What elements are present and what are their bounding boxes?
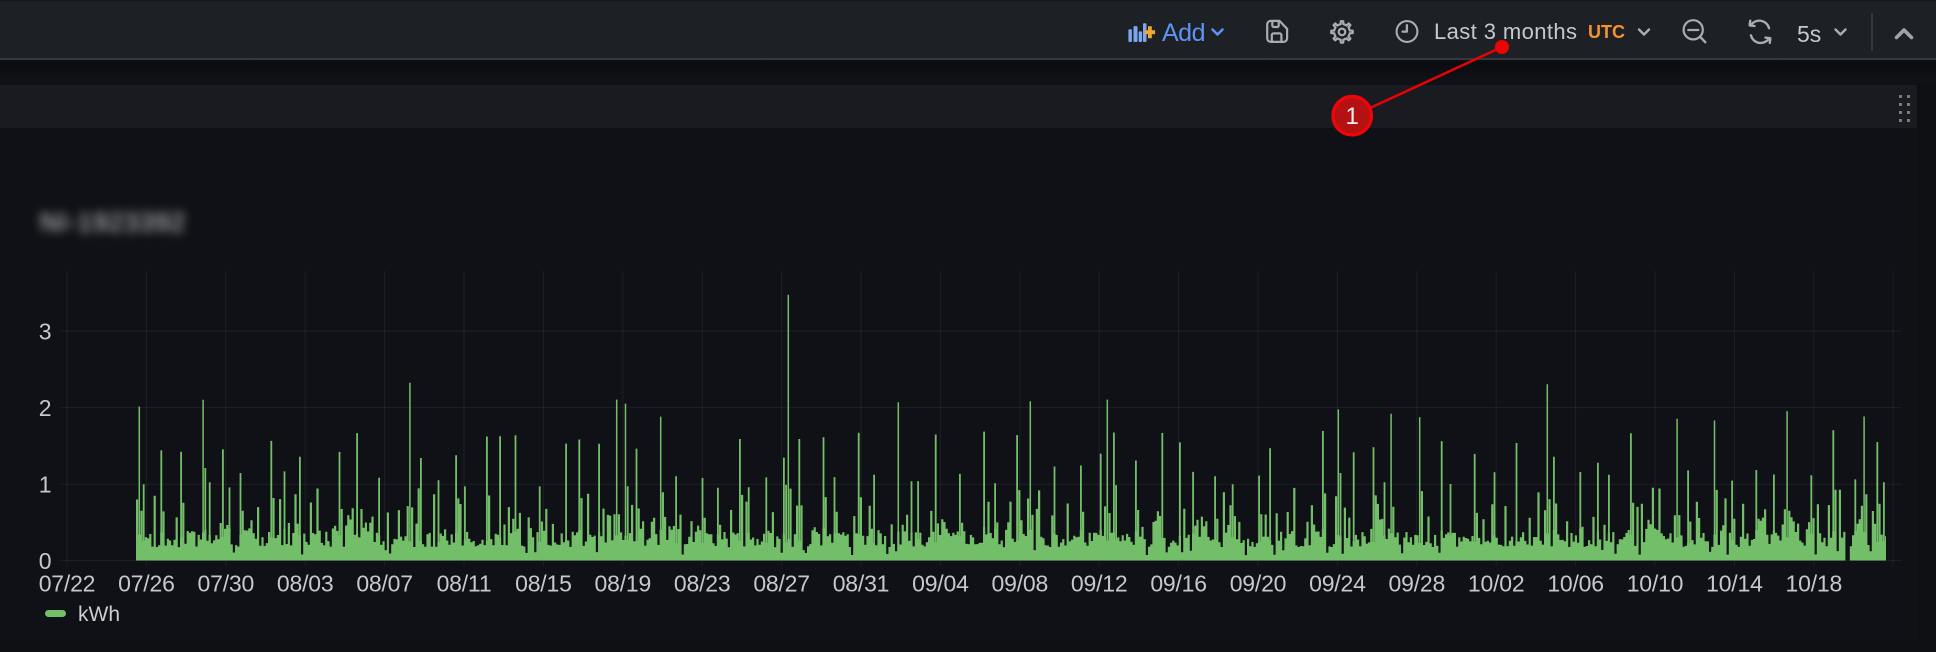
svg-text:07/26: 07/26 — [118, 571, 175, 597]
svg-text:1: 1 — [39, 472, 52, 498]
svg-text:10/14: 10/14 — [1706, 571, 1763, 597]
svg-text:09/24: 09/24 — [1309, 571, 1366, 597]
svg-text:09/12: 09/12 — [1071, 571, 1128, 597]
svg-text:08/03: 08/03 — [277, 571, 334, 597]
svg-text:08/11: 08/11 — [437, 571, 492, 597]
svg-text:1: 1 — [1346, 103, 1359, 130]
svg-text:08/15: 08/15 — [515, 571, 572, 597]
svg-text:10/18: 10/18 — [1786, 571, 1843, 597]
svg-text:09/16: 09/16 — [1150, 571, 1207, 597]
svg-text:07/22: 07/22 — [39, 571, 96, 597]
svg-text:08/27: 08/27 — [753, 571, 810, 597]
svg-text:08/07: 08/07 — [356, 571, 413, 597]
svg-text:09/04: 09/04 — [912, 571, 969, 597]
svg-text:10/10: 10/10 — [1627, 571, 1684, 597]
svg-text:08/19: 08/19 — [595, 571, 652, 597]
svg-text:3: 3 — [39, 318, 52, 344]
svg-text:09/28: 09/28 — [1389, 571, 1446, 597]
svg-text:09/20: 09/20 — [1230, 571, 1287, 597]
svg-text:07/30: 07/30 — [198, 571, 255, 597]
svg-text:10/06: 10/06 — [1547, 571, 1604, 597]
svg-text:09/08: 09/08 — [992, 571, 1049, 597]
svg-text:10/02: 10/02 — [1468, 571, 1525, 597]
svg-text:2: 2 — [39, 395, 52, 421]
svg-text:08/23: 08/23 — [674, 571, 731, 597]
svg-text:08/31: 08/31 — [833, 571, 890, 597]
